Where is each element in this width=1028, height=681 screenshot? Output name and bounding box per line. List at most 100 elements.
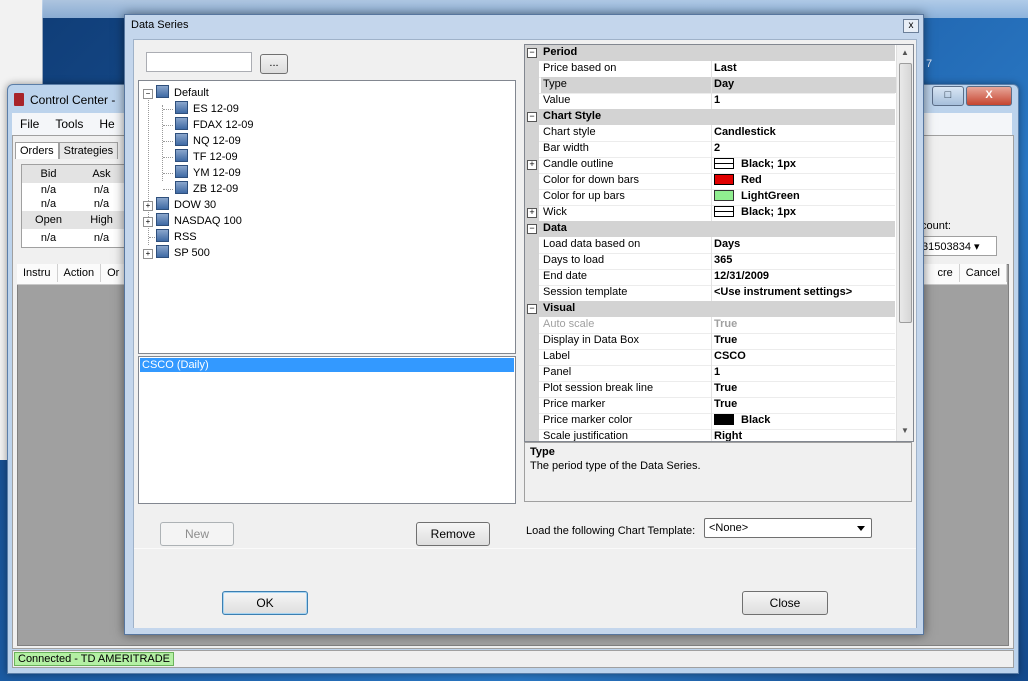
property-grid[interactable]: − Period Price based on Last Type Day Value…	[524, 44, 914, 442]
tree-node-dow30[interactable]: + DOW 30	[143, 197, 216, 213]
expand-icon[interactable]: +	[527, 160, 537, 170]
property-row[interactable]: Panel 1	[525, 365, 895, 382]
property-row[interactable]: Price marker color Black	[525, 413, 895, 430]
maximize-button[interactable]: □	[932, 86, 964, 106]
remove-button[interactable]: Remove	[416, 522, 490, 546]
data-series-item-selected[interactable]: CSCO (Daily)	[140, 358, 514, 372]
category-chart-style[interactable]: − Chart Style	[525, 109, 895, 125]
category-period[interactable]: − Period	[525, 45, 895, 61]
tree-node-instrument[interactable]: YM 12-09	[175, 165, 241, 181]
folder-icon	[156, 197, 169, 210]
status-bar: Connected - TD AMERITRADE	[12, 650, 1014, 668]
tab-strip: Orders Strategies	[15, 142, 119, 159]
scroll-up-arrow-icon[interactable]: ▲	[897, 45, 913, 61]
collapse-icon[interactable]: −	[527, 304, 537, 314]
quote-value: n/a	[40, 198, 57, 210]
tab-orders[interactable]: Orders	[15, 142, 59, 159]
instrument-tree[interactable]: − Default ES 12-09 FDAX 12-09 NQ 12-09 TF…	[138, 80, 516, 354]
expand-icon[interactable]: +	[143, 249, 153, 259]
tree-connector	[163, 125, 173, 126]
tree-node-rss[interactable]: RSS	[156, 229, 197, 245]
close-window-button[interactable]: X	[966, 86, 1012, 106]
collapse-icon[interactable]: −	[527, 112, 537, 122]
property-row[interactable]: Price marker True	[525, 397, 895, 414]
account-select[interactable]: 31503834 ▾	[919, 236, 997, 256]
tree-connector	[163, 189, 173, 190]
collapse-icon[interactable]: −	[527, 48, 537, 58]
tree-connector	[163, 157, 173, 158]
quote-value: n/a	[93, 184, 110, 196]
collapse-icon[interactable]: −	[527, 224, 537, 234]
menu-help[interactable]: He	[91, 113, 122, 135]
property-grid-scrollbar[interactable]: ▲ ▼	[896, 45, 913, 441]
property-row[interactable]: Display in Data Box True	[525, 333, 895, 350]
property-row[interactable]: Days to load 365	[525, 253, 895, 270]
property-row[interactable]: Plot session break line True	[525, 381, 895, 398]
property-row[interactable]: Session template <Use instrument settings…	[525, 285, 895, 302]
instrument-icon	[175, 117, 188, 130]
scroll-down-arrow-icon[interactable]: ▼	[897, 423, 913, 439]
property-row[interactable]: Value 1	[525, 93, 895, 110]
close-button[interactable]: Close	[742, 591, 828, 615]
property-row[interactable]: Color for down bars Red	[525, 173, 895, 190]
col-increment[interactable]: cre	[931, 264, 960, 282]
account-label: count:	[921, 220, 951, 232]
menu-file[interactable]: File	[12, 113, 47, 135]
connection-status: Connected - TD AMERITRADE	[14, 652, 175, 666]
instrument-icon	[175, 133, 188, 146]
property-row[interactable]: Bar width 2	[525, 141, 895, 158]
tree-node-sp500[interactable]: + SP 500	[143, 245, 210, 261]
property-row[interactable]: Load data based on Days	[525, 237, 895, 254]
tree-node-instrument[interactable]: NQ 12-09	[175, 133, 241, 149]
category-visual[interactable]: − Visual	[525, 301, 895, 317]
category-data[interactable]: − Data	[525, 221, 895, 237]
collapse-icon[interactable]: −	[143, 89, 153, 99]
col-instrument[interactable]: Instru	[17, 264, 58, 282]
tree-node-instrument[interactable]: TF 12-09	[175, 149, 238, 165]
property-help-box: Type The period type of the Data Series.	[524, 442, 912, 502]
color-swatch-marker	[714, 414, 734, 425]
tab-strategies[interactable]: Strategies	[58, 142, 119, 159]
quote-box: Bid Ask n/a n/a n/a n/a Open High n/a n/a	[21, 164, 129, 248]
expand-icon[interactable]: +	[143, 201, 153, 211]
data-series-list[interactable]: CSCO (Daily)	[138, 356, 516, 504]
quote-header-high: High	[90, 214, 113, 226]
property-row[interactable]: Scale justification Right	[525, 429, 895, 441]
ok-button[interactable]: OK	[222, 591, 308, 615]
line-style-swatch	[714, 206, 734, 217]
tree-node-instrument[interactable]: FDAX 12-09	[175, 117, 254, 133]
dialog-footer: OK Close	[134, 548, 916, 628]
help-title: Type	[530, 446, 555, 458]
property-row[interactable]: Chart style Candlestick	[525, 125, 895, 142]
property-row[interactable]: Color for up bars LightGreen	[525, 189, 895, 206]
chart-template-select[interactable]: <None>	[704, 518, 872, 538]
property-row[interactable]: Price based on Last	[525, 61, 895, 78]
quote-header-open: Open	[35, 214, 62, 226]
menu-tools[interactable]: Tools	[47, 113, 91, 135]
folder-icon	[156, 229, 169, 242]
property-row-selected[interactable]: Type Day	[525, 77, 898, 94]
scrollbar-thumb[interactable]	[899, 63, 912, 323]
dialog-close-button[interactable]: x	[903, 19, 919, 33]
col-order[interactable]: Or	[101, 264, 127, 282]
property-row[interactable]: End date 12/31/2009	[525, 269, 895, 286]
col-cancel[interactable]: Cancel	[960, 264, 1007, 282]
tree-node-instrument[interactable]: ES 12-09	[175, 101, 239, 117]
quote-value: n/a	[40, 232, 57, 244]
tree-node-default[interactable]: − Default	[143, 85, 209, 101]
control-center-title: Control Center -	[14, 89, 115, 111]
browse-instrument-button[interactable]: ...	[260, 54, 288, 74]
property-row[interactable]: + Wick Black; 1px	[525, 205, 895, 222]
instrument-search-input[interactable]	[146, 52, 252, 72]
tree-node-nasdaq100[interactable]: + NASDAQ 100	[143, 213, 242, 229]
tree-node-instrument[interactable]: ZB 12-09	[175, 181, 238, 197]
quote-value: n/a	[40, 184, 57, 196]
tree-connector	[163, 141, 173, 142]
instrument-icon	[175, 165, 188, 178]
property-row[interactable]: Label CSCO	[525, 349, 895, 366]
expand-icon[interactable]: +	[527, 208, 537, 218]
new-button[interactable]: New	[160, 522, 234, 546]
col-action[interactable]: Action	[58, 264, 102, 282]
property-row[interactable]: + Candle outline Black; 1px	[525, 157, 895, 174]
expand-icon[interactable]: +	[143, 217, 153, 227]
